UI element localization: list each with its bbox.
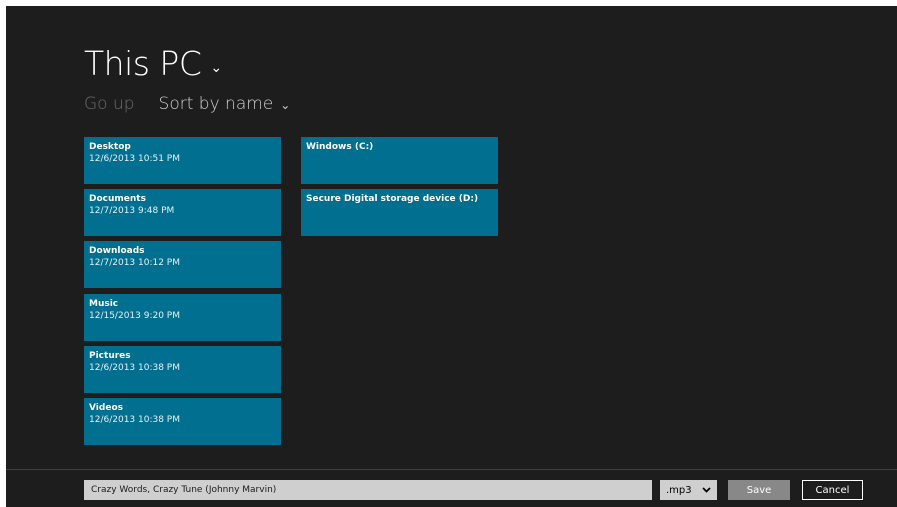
sort-label: Sort by name	[158, 94, 274, 114]
folder-name: Music	[89, 299, 119, 309]
folder-name: Desktop	[89, 142, 131, 152]
drive-tile-d[interactable]: Secure Digital storage device (D:)	[301, 189, 498, 236]
folder-date: 12/7/2013 9:48 PM	[89, 206, 175, 216]
bottom-bar: .mp3 Save Cancel	[6, 469, 897, 507]
folder-tile-videos[interactable]: Videos 12/6/2013 10:38 PM	[84, 398, 281, 445]
drive-tile-c[interactable]: Windows (C:)	[301, 137, 498, 184]
folder-date: 12/15/2013 9:20 PM	[89, 311, 180, 321]
folder-name: Videos	[89, 403, 123, 413]
page-title: This PC	[84, 44, 202, 83]
folder-name: Documents	[89, 194, 146, 204]
location-header[interactable]: This PC ⌄	[84, 44, 222, 83]
drive-name: Windows (C:)	[306, 142, 374, 152]
chevron-down-icon[interactable]: ⌄	[210, 60, 222, 76]
chevron-down-icon	[702, 485, 711, 496]
folder-tile-documents[interactable]: Documents 12/7/2013 9:48 PM	[84, 189, 281, 236]
file-name-input[interactable]	[84, 480, 652, 500]
folder-date: 12/7/2013 10:12 PM	[89, 258, 180, 268]
folder-date: 12/6/2013 10:51 PM	[89, 154, 180, 164]
save-button[interactable]: Save	[728, 480, 790, 500]
drive-name: Secure Digital storage device (D:)	[306, 194, 479, 204]
chevron-down-icon: ⌄	[280, 98, 291, 112]
chevron-down-icon-svg	[702, 486, 711, 493]
sort-button[interactable]: Sort by name ⌄	[159, 94, 291, 114]
cancel-button[interactable]: Cancel	[802, 480, 863, 500]
folder-tile-desktop[interactable]: Desktop 12/6/2013 10:51 PM	[84, 137, 281, 184]
command-row: Go up Sort by name ⌄	[84, 94, 290, 114]
folder-tile-music[interactable]: Music 12/15/2013 9:20 PM	[84, 294, 281, 341]
folder-tile-downloads[interactable]: Downloads 12/7/2013 10:12 PM	[84, 241, 281, 288]
folder-name: Downloads	[89, 246, 145, 256]
file-type-select[interactable]: .mp3	[660, 480, 717, 500]
file-picker-screen: This PC ⌄ Go up Sort by name ⌄ Desktop 1…	[6, 6, 897, 507]
file-type-value: .mp3	[666, 484, 692, 496]
go-up-button[interactable]: Go up	[84, 94, 135, 114]
folder-date: 12/6/2013 10:38 PM	[89, 415, 180, 425]
folder-name: Pictures	[89, 351, 131, 361]
folder-date: 12/6/2013 10:38 PM	[89, 363, 180, 373]
folder-tile-pictures[interactable]: Pictures 12/6/2013 10:38 PM	[84, 346, 281, 393]
